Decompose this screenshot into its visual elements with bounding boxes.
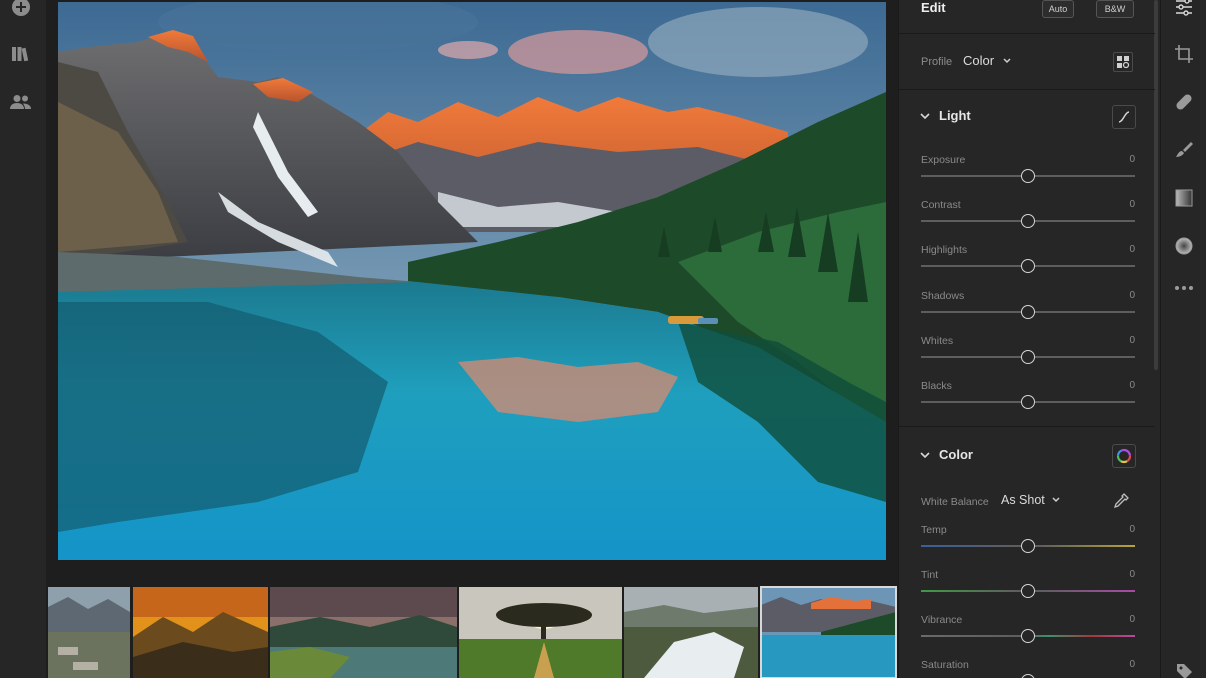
edit-title: Edit [921,0,946,15]
white-balance-value: As Shot [1001,493,1045,507]
whites-value: 0 [1129,334,1135,346]
exposure-handle[interactable] [1021,169,1035,183]
tint-handle[interactable] [1021,584,1035,598]
eyedropper-icon[interactable] [1111,491,1131,511]
main-photo[interactable] [58,2,886,560]
exposure-value: 0 [1129,154,1135,165]
temp-value: 0 [1129,524,1135,535]
profile-browser-icon[interactable] [1113,52,1133,72]
saturation-handle[interactable] [1021,674,1035,678]
edit-header: Edit Auto B&W [899,0,1155,34]
exposure-label: Exposure [921,154,966,166]
blacks-slider: Blacks 0 [921,380,1135,420]
contrast-label: Contrast [921,199,961,212]
filmstrip-thumbnail[interactable] [133,587,268,678]
filmstrip-thumbnail[interactable] [48,587,130,678]
shadows-handle[interactable] [1021,304,1035,319]
left-rail [0,0,46,678]
profile-dropdown[interactable]: Color [963,53,1012,68]
light-section-header[interactable]: Light [899,99,1155,135]
shadows-label: Shadows [921,289,965,302]
saturation-label: Saturation [921,659,969,671]
tag-icon[interactable] [1173,660,1195,678]
profile-row: Profile Color [899,34,1155,90]
library-icon[interactable] [8,41,34,67]
right-toolbar [1160,0,1206,678]
filmstrip-thumbnail[interactable] [459,587,622,678]
temp-handle[interactable] [1021,539,1035,553]
contrast-value: 0 [1129,199,1135,211]
filmstrip-thumbnail[interactable] [270,587,457,678]
tone-curve-icon[interactable] [1112,105,1136,129]
shadows-value: 0 [1129,289,1135,301]
add-photo-icon[interactable] [8,0,34,20]
shadows-slider: Shadows 0 [921,290,1135,330]
healing-icon[interactable] [1173,91,1195,113]
section-divider [899,426,1155,427]
whites-slider: Whites 0 [921,335,1135,375]
highlights-value: 0 [1129,244,1135,256]
profile-value: Color [963,53,995,68]
vibrance-value: 0 [1129,614,1135,625]
white-balance-label: White Balance [921,496,989,508]
brush-icon[interactable] [1173,139,1195,161]
highlights-slider: Highlights 0 [921,244,1135,284]
whites-handle[interactable] [1021,349,1035,364]
blacks-handle[interactable] [1021,395,1035,409]
edit-panel: Edit Auto B&W Profile Color Light Exposu… [898,0,1160,678]
filmstrip [46,580,898,678]
sliders-icon[interactable] [1173,0,1195,18]
filmstrip-thumbnail[interactable] [624,587,758,678]
tint-value: 0 [1129,569,1135,580]
blacks-label: Blacks [921,380,952,392]
tint-label: Tint [921,569,939,581]
filmstrip-thumbnail-selected[interactable] [760,586,897,678]
color-section-header[interactable]: Color [899,438,1155,474]
chevron-down-icon [920,113,930,120]
tint-slider: Tint 0 [921,569,1135,609]
light-section-title: Light [939,108,971,123]
people-icon[interactable] [8,89,34,115]
contrast-slider: Contrast 0 [921,199,1135,239]
more-icon[interactable] [1173,277,1195,299]
profile-label: Profile [921,56,953,68]
blacks-value: 0 [1129,380,1135,391]
radial-gradient-icon[interactable] [1173,235,1195,257]
chevron-down-icon [1003,58,1011,64]
saturation-slider: Saturation 0 [921,659,1135,678]
chevron-down-icon [1052,497,1060,503]
canvas-area [46,0,898,580]
temp-slider: Temp 0 [921,524,1135,564]
vibrance-label: Vibrance [921,614,963,626]
vibrance-slider: Vibrance 0 [921,614,1135,654]
linear-gradient-icon[interactable] [1173,187,1195,209]
chevron-down-icon [920,452,930,459]
color-section-title: Color [939,447,973,462]
contrast-handle[interactable] [1021,214,1035,229]
color-mixer-icon[interactable] [1112,444,1136,468]
bw-button[interactable]: B&W [1096,0,1134,18]
crop-icon[interactable] [1173,43,1195,65]
white-balance-row: White Balance As Shot [921,490,1135,514]
exposure-slider: Exposure 0 [921,154,1135,194]
highlights-handle[interactable] [1021,259,1035,274]
temp-label: Temp [921,524,947,536]
saturation-value: 0 [1129,659,1135,670]
white-balance-dropdown[interactable]: As Shot [1001,493,1061,507]
highlights-label: Highlights [921,244,968,257]
auto-button[interactable]: Auto [1042,0,1074,18]
vibrance-handle[interactable] [1021,629,1035,643]
whites-label: Whites [921,334,954,347]
